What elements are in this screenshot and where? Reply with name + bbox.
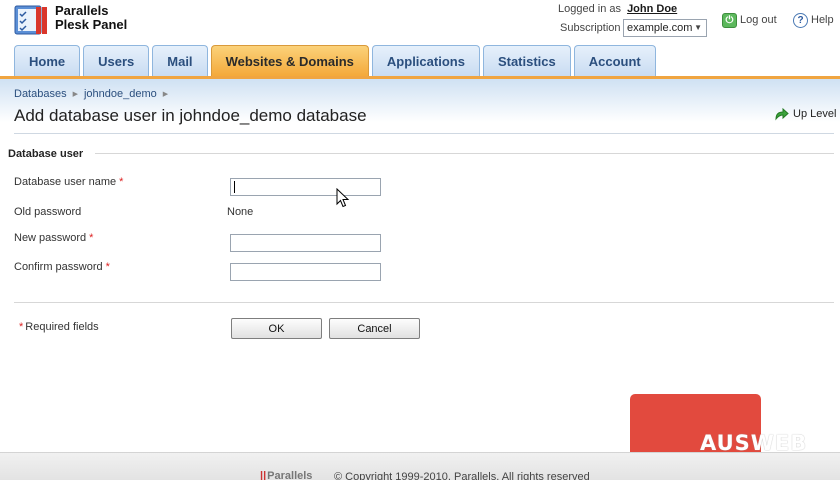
chevron-down-icon: ▼ bbox=[694, 23, 702, 32]
section-title: Database user bbox=[8, 148, 84, 160]
tab-statistics[interactable]: Statistics bbox=[482, 45, 571, 76]
text-caret bbox=[234, 181, 235, 193]
footer: ||Parallels © Copyright 1999-2010, Paral… bbox=[0, 452, 840, 480]
tab-home[interactable]: Home bbox=[14, 45, 81, 76]
subscription-select[interactable]: example.com ▼ bbox=[623, 19, 707, 37]
cancel-button[interactable]: Cancel bbox=[329, 318, 420, 339]
up-arrow-icon bbox=[775, 107, 789, 121]
confirm-password-input[interactable] bbox=[230, 263, 381, 281]
ok-button[interactable]: OK bbox=[231, 318, 322, 339]
required-marker: * bbox=[19, 321, 24, 333]
field-label: Confirm password bbox=[14, 261, 103, 273]
parallels-bars-icon: || bbox=[260, 470, 267, 480]
new-password-label: New password * bbox=[14, 232, 93, 244]
logged-in-label: Logged in as bbox=[558, 3, 621, 15]
breadcrumb: Databases ▶ johndoe_demo ▶ bbox=[14, 88, 168, 100]
confirm-password-label: Confirm password * bbox=[14, 261, 110, 273]
divider bbox=[14, 133, 834, 134]
breadcrumb-database[interactable]: johndoe_demo bbox=[84, 88, 157, 100]
up-level-label: Up Level bbox=[793, 108, 837, 120]
required-marker: * bbox=[119, 176, 124, 188]
main-tabs: Home Users Mail Websites & Domains Appli… bbox=[14, 45, 656, 76]
logged-in-info: Logged in as John Doe bbox=[558, 3, 677, 15]
help-button[interactable]: ? Help bbox=[793, 11, 834, 29]
tab-account[interactable]: Account bbox=[573, 45, 656, 76]
top-header: Parallels Plesk Panel Logged in as John … bbox=[0, 0, 840, 44]
field-label: New password bbox=[14, 232, 87, 244]
logout-button[interactable]: ⏻ Log out bbox=[722, 11, 777, 29]
copyright-text: © Copyright 1999-2010, Parallels. All ri… bbox=[334, 471, 590, 480]
chevron-right-icon: ▶ bbox=[72, 91, 78, 98]
tab-applications[interactable]: Applications bbox=[371, 45, 480, 76]
divider bbox=[14, 302, 834, 303]
subscription-value: example.com bbox=[627, 22, 693, 34]
old-password-value: None bbox=[227, 206, 254, 218]
section-divider bbox=[95, 153, 834, 154]
brand-line-1: Parallels bbox=[55, 3, 109, 18]
chevron-right-icon: ▶ bbox=[162, 91, 169, 98]
logout-label: Log out bbox=[740, 14, 777, 26]
subscription-label: Subscription bbox=[560, 22, 621, 34]
up-level-button[interactable]: Up Level bbox=[774, 107, 836, 121]
old-password-label: Old password bbox=[14, 206, 82, 218]
new-password-input[interactable] bbox=[230, 234, 381, 252]
footer-logo: ||Parallels bbox=[260, 470, 312, 480]
brand-name: Parallels Plesk Panel bbox=[55, 4, 127, 32]
mouse-pointer-icon bbox=[336, 188, 350, 208]
tab-mail[interactable]: Mail bbox=[152, 45, 208, 76]
page-title: Add database user in johndoe_demo databa… bbox=[14, 106, 367, 125]
required-marker: * bbox=[105, 261, 110, 273]
required-fields-note: * Required fields bbox=[19, 321, 99, 333]
tab-websites-domains[interactable]: Websites & Domains bbox=[210, 45, 369, 76]
db-user-name-input[interactable] bbox=[230, 178, 381, 196]
field-label: Database user name bbox=[14, 176, 117, 188]
breadcrumb-databases[interactable]: Databases bbox=[14, 88, 67, 100]
user-name-link[interactable]: John Doe bbox=[627, 3, 677, 15]
tab-users[interactable]: Users bbox=[83, 45, 150, 76]
help-icon: ? bbox=[793, 12, 808, 28]
plesk-logo-icon bbox=[14, 5, 47, 35]
footer-logo-text: Parallels bbox=[267, 470, 313, 480]
brand-line-2: Plesk Panel bbox=[55, 17, 128, 32]
required-marker: * bbox=[89, 232, 94, 244]
required-note-text: Required fields bbox=[25, 321, 99, 333]
help-label: Help bbox=[811, 14, 834, 26]
db-user-name-label: Database user name * bbox=[14, 176, 123, 188]
logout-icon: ⏻ bbox=[722, 12, 737, 28]
